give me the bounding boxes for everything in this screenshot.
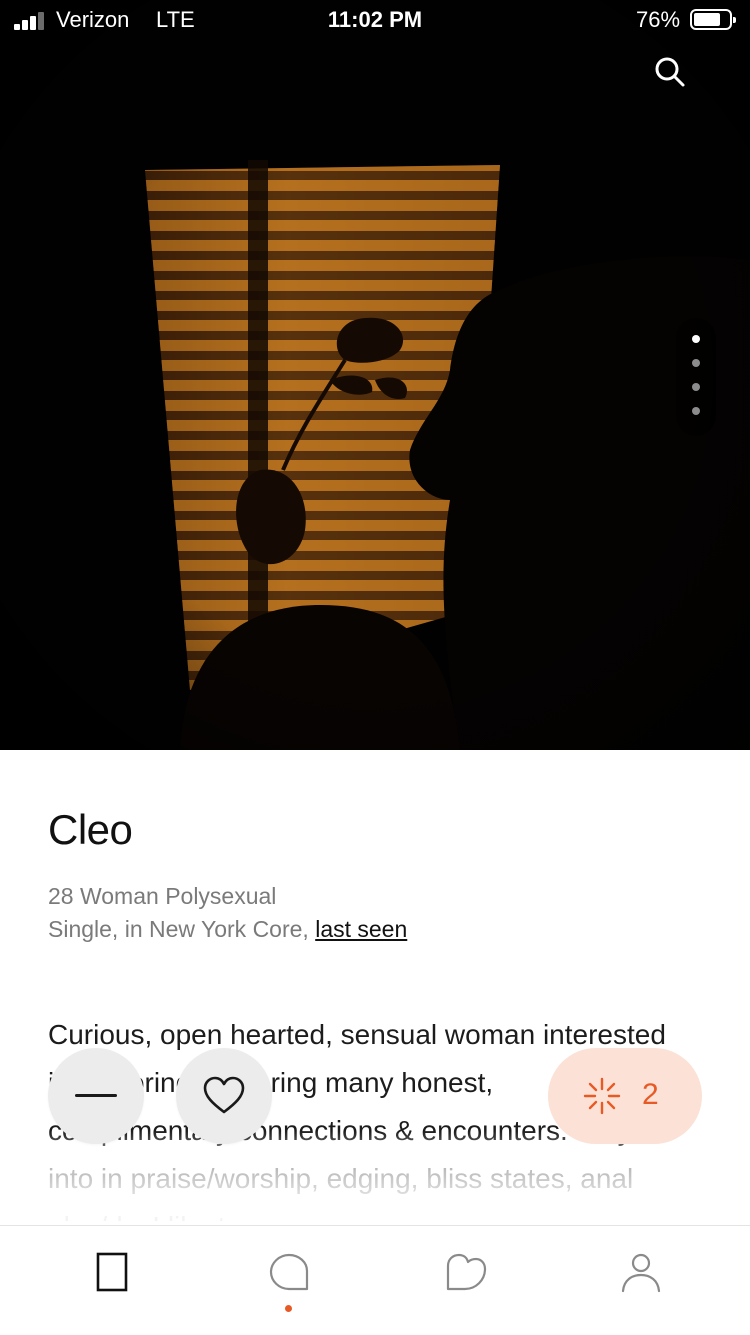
spark-icon xyxy=(583,1077,621,1115)
status-bar: Verizon LTE 11:02 PM 76% xyxy=(0,0,750,40)
battery-percentage: 76% xyxy=(636,7,681,32)
photo-image xyxy=(0,0,750,750)
tab-likes[interactable] xyxy=(425,1226,505,1326)
profile-status-line: Single, in New York Core, last seen xyxy=(48,913,407,946)
spark-count: 2 xyxy=(642,1078,659,1111)
card-icon xyxy=(96,1252,128,1292)
heart-icon xyxy=(203,1076,245,1114)
pager-dot-1[interactable] xyxy=(692,335,700,343)
search-button[interactable] xyxy=(650,52,690,92)
profile-name: Cleo xyxy=(48,806,133,853)
pager-dot-2[interactable] xyxy=(692,359,700,367)
minus-icon xyxy=(75,1094,117,1097)
dismiss-button[interactable] xyxy=(48,1048,144,1144)
pager-dot-3[interactable] xyxy=(692,383,700,391)
profile-location: Single, in New York Core, xyxy=(48,916,309,942)
profile-photo[interactable]: Verizon LTE 11:02 PM 76% xyxy=(0,0,750,750)
spark-button[interactable]: 2 xyxy=(548,1048,702,1144)
tab-discover[interactable] xyxy=(72,1226,152,1326)
last-seen-link[interactable]: last seen xyxy=(315,916,407,942)
tab-profile[interactable] xyxy=(600,1226,680,1326)
profile-identity: 28 Woman Polysexual xyxy=(48,883,277,909)
user-icon xyxy=(621,1253,661,1293)
profile-details: 28 Woman Polysexual Single, in New York … xyxy=(48,880,407,946)
chats-notification-dot xyxy=(285,1305,292,1312)
bottom-tab-bar xyxy=(0,1225,750,1335)
chat-bubble-icon xyxy=(269,1253,309,1291)
search-icon xyxy=(655,57,685,87)
battery-icon xyxy=(690,9,736,30)
likes-shape-icon xyxy=(446,1253,487,1291)
photo-pager[interactable] xyxy=(676,318,716,436)
tab-chats[interactable] xyxy=(248,1226,328,1326)
like-button[interactable] xyxy=(176,1048,272,1144)
pager-dot-4[interactable] xyxy=(692,407,700,415)
